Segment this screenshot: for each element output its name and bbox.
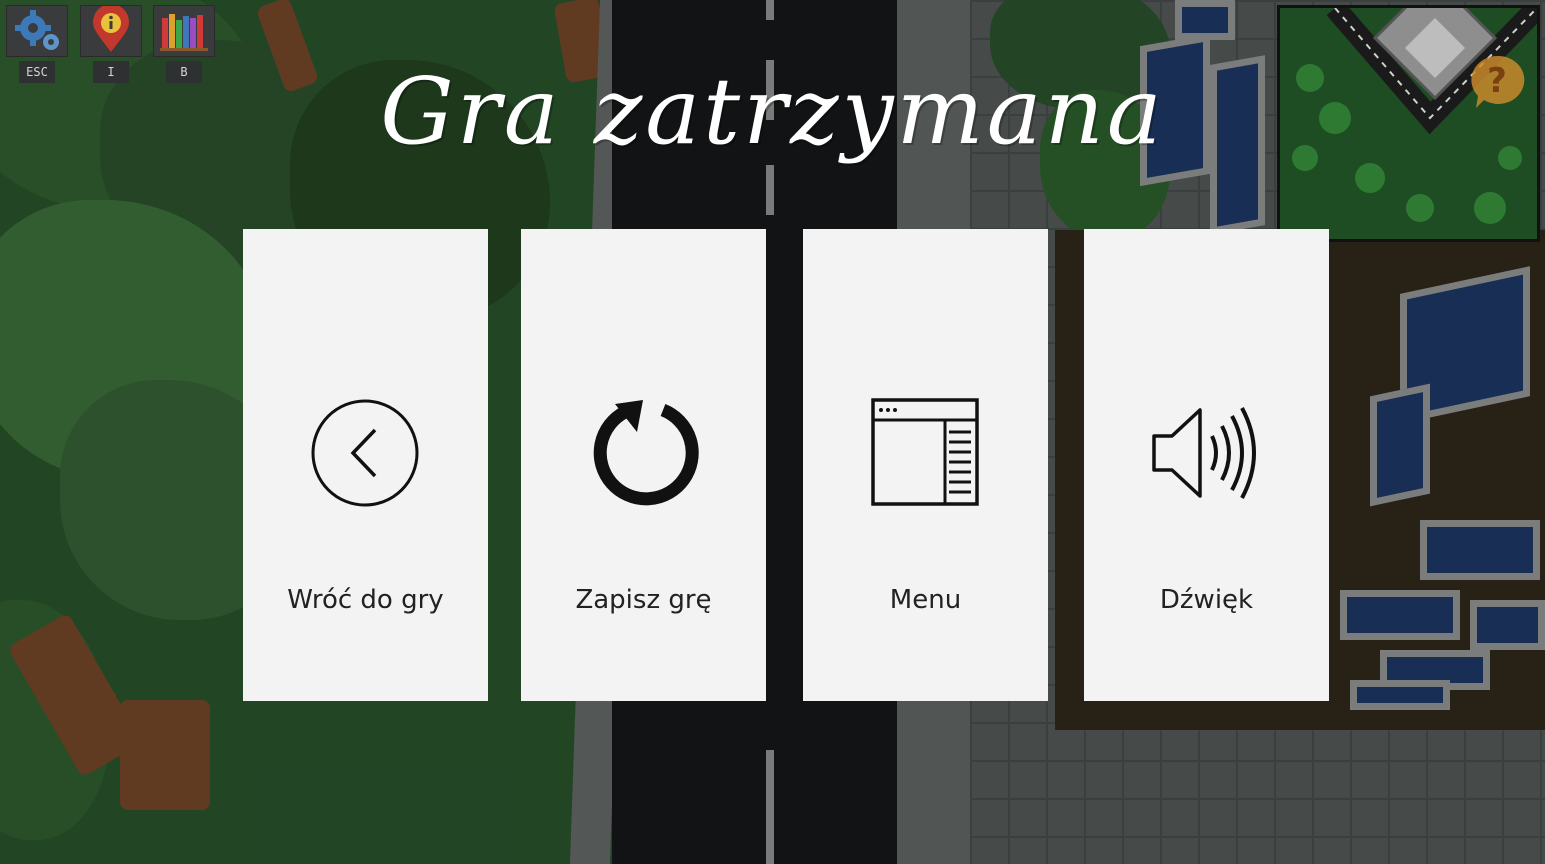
menu-window-icon: [871, 398, 979, 506]
pause-title: Gra zatrzymana: [380, 58, 1165, 165]
books-icon: [160, 14, 208, 51]
info-button[interactable]: [80, 4, 142, 57]
resume-game-button[interactable]: Wróć do gry: [243, 229, 488, 701]
settings-button[interactable]: [6, 5, 68, 57]
books-button[interactable]: [153, 5, 215, 57]
main-menu-button[interactable]: Menu: [803, 229, 1048, 701]
save-reload-icon: [593, 400, 699, 506]
speaker-icon: [1152, 407, 1256, 499]
sound-label: Dźwięk: [1159, 585, 1254, 615]
gear-icon: [15, 10, 59, 50]
sound-button[interactable]: Dźwięk: [1084, 229, 1329, 701]
resume-game-label: Wróć do gry: [287, 585, 444, 615]
info-pin-icon: [93, 4, 129, 52]
save-game-label: Zapisz grę: [575, 585, 712, 615]
main-menu-label: Menu: [889, 585, 962, 615]
save-game-button[interactable]: Zapisz grę: [521, 229, 766, 701]
back-arrow-circle-icon: [311, 399, 419, 507]
